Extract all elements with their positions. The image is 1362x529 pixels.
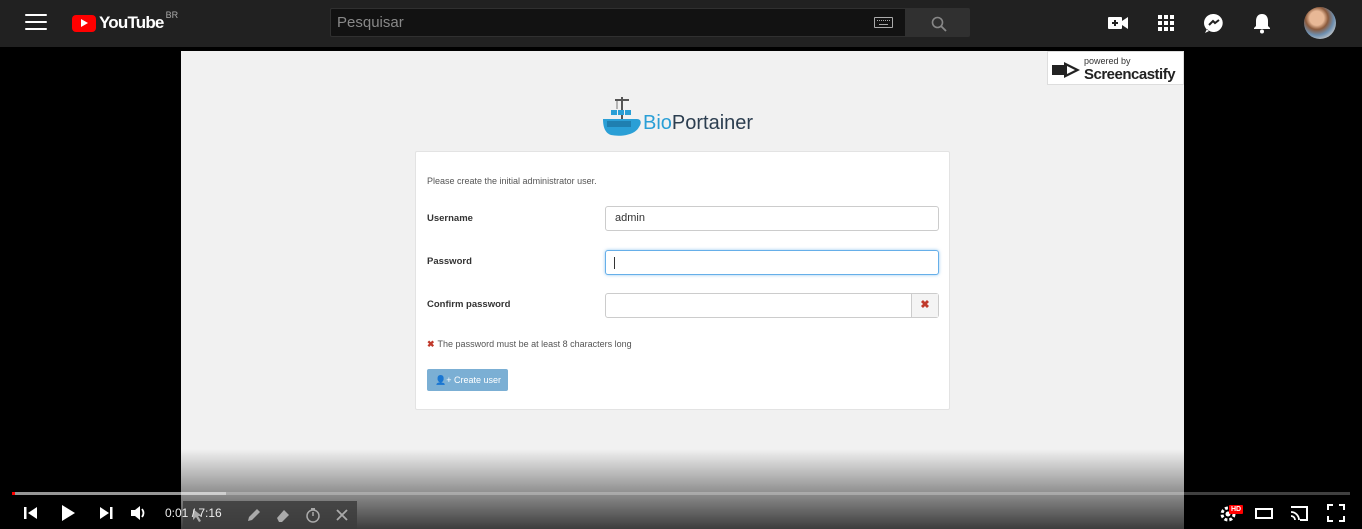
watermark-brand: Screencastify xyxy=(1084,66,1176,83)
password-label: Password xyxy=(427,256,472,267)
eraser-icon[interactable] xyxy=(275,507,291,523)
create-user-button[interactable]: 👤+ Create user xyxy=(427,369,508,391)
progress-played xyxy=(12,492,15,495)
hamburger-menu-icon[interactable] xyxy=(24,14,48,32)
confirm-password-field[interactable]: ✖ xyxy=(605,293,939,318)
screencastify-watermark: powered by Screencastify xyxy=(1047,51,1184,85)
password-error: ✖ The password must be at least 8 charact… xyxy=(427,339,632,350)
text-caret xyxy=(614,257,615,269)
theater-mode-icon[interactable] xyxy=(1254,503,1274,523)
avatar[interactable] xyxy=(1304,7,1336,39)
app-logo-bio: Bio xyxy=(643,112,672,134)
search-button[interactable] xyxy=(906,8,970,37)
password-error-text: The password must be at least 8 characte… xyxy=(437,339,632,349)
search-icon xyxy=(931,16,947,32)
cast-icon[interactable] xyxy=(1289,503,1309,523)
watermark-powered-by: powered by xyxy=(1084,56,1131,66)
messages-icon[interactable] xyxy=(1203,12,1225,34)
whale-crane-logo-icon xyxy=(603,97,641,136)
logo-text: YouTube xyxy=(99,13,164,32)
close-icon[interactable] xyxy=(334,507,350,523)
username-label: Username xyxy=(427,213,473,224)
search-input[interactable] xyxy=(331,9,861,36)
create-user-label: Create user xyxy=(453,375,502,385)
app-logo-portainer: Portainer xyxy=(671,112,754,134)
progress-bar[interactable] xyxy=(12,492,1350,495)
screencastify-logo-icon xyxy=(1052,62,1080,78)
timer-icon[interactable] xyxy=(305,507,321,523)
next-icon[interactable] xyxy=(96,503,116,523)
keyboard-icon[interactable] xyxy=(874,17,893,28)
play-icon[interactable] xyxy=(58,503,78,523)
intro-text: Please create the initial administrator … xyxy=(427,176,597,186)
username-field[interactable]: admin xyxy=(605,206,939,231)
search-box xyxy=(330,8,906,37)
time-display: 0:01 / 7:16 xyxy=(165,506,222,520)
country-code: BR xyxy=(165,10,179,20)
youtube-logo[interactable]: YouTube BR xyxy=(72,10,179,34)
masthead: YouTube BR xyxy=(0,0,1362,47)
previous-icon[interactable] xyxy=(21,503,41,523)
mismatch-x-icon: ✖ xyxy=(911,294,938,317)
volume-icon[interactable] xyxy=(129,503,149,523)
youtube-play-icon xyxy=(72,14,96,32)
app-logo-text: BioPortainer xyxy=(643,112,753,135)
create-admin-panel: Please create the initial administrator … xyxy=(415,151,950,410)
bioportainer-logo: BioPortainer xyxy=(601,95,771,141)
pen-icon[interactable] xyxy=(246,507,262,523)
apps-grid-icon[interactable] xyxy=(1155,12,1177,34)
video-player[interactable]: powered by Screencastify BioPortainer Pl… xyxy=(0,47,1362,529)
add-user-icon: 👤+ xyxy=(435,375,452,385)
fullscreen-icon[interactable] xyxy=(1326,503,1346,523)
notifications-bell-icon[interactable] xyxy=(1251,12,1273,34)
error-x-icon: ✖ xyxy=(427,339,435,349)
create-video-icon[interactable] xyxy=(1107,12,1129,34)
password-field[interactable] xyxy=(605,250,939,275)
hd-badge: HD xyxy=(1229,505,1244,514)
progress-buffered xyxy=(12,492,227,495)
confirm-password-label: Confirm password xyxy=(427,299,511,310)
